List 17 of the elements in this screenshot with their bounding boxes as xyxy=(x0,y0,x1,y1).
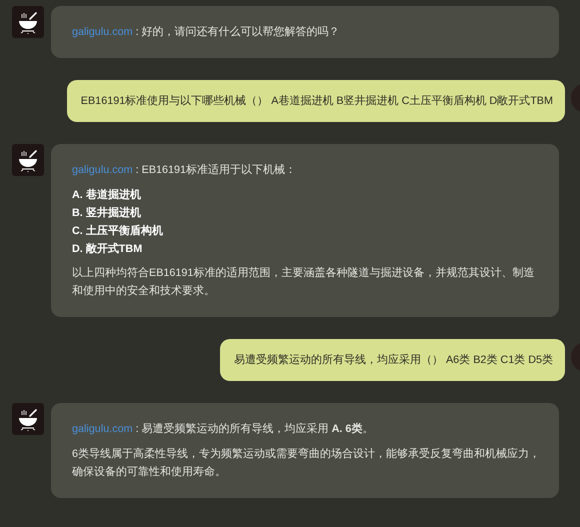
source-link[interactable]: galigulu.com xyxy=(72,164,133,176)
bowl-icon xyxy=(12,144,44,176)
source-link[interactable]: galigulu.com xyxy=(72,26,133,38)
message-text: 以上四种均符合EB16191标准的适用范围，主要涵盖各种隧道与掘进设备，并规范其设计、制造和使用中的安全和技术要求。 xyxy=(72,266,536,299)
message-text: 6类导线属于高柔性导线，专为频繁运动或需要弯曲的场合设计，能够承受反复弯曲和机械应力，确保设备的可靠性和使用寿命。 xyxy=(72,446,542,480)
option-text: D. 敞开式TBM xyxy=(72,242,144,257)
message-text: galigulu.com : 好的，请问还有什么可以帮您解答的吗？ xyxy=(72,25,341,40)
bowl-icon xyxy=(12,403,44,435)
source-link[interactable]: galigulu.com xyxy=(72,423,133,435)
message-text: 易遭受频繁运动的所有导线，均应采用（） A6类 B2类 C1类 D5类 xyxy=(234,352,553,368)
option-text: B. 竖井掘进机 xyxy=(72,206,142,221)
option-text: C. 土压平衡盾构机 xyxy=(72,224,164,239)
message-text: galigulu.com : 易遭受频繁运动的所有导线，均应采用 A. 6类。 xyxy=(72,422,374,437)
message-text: galigulu.com : EB16191标准适用于以下机械： xyxy=(72,163,298,178)
message-text: EB16191标准使用与以下哪些机械（） A巷道掘进机 B竖井掘进机 C土压平衡盾构机 D敞开式TBM xyxy=(80,94,553,109)
option-text: A. 巷道掘进机 xyxy=(72,188,142,203)
bowl-icon xyxy=(12,6,44,38)
